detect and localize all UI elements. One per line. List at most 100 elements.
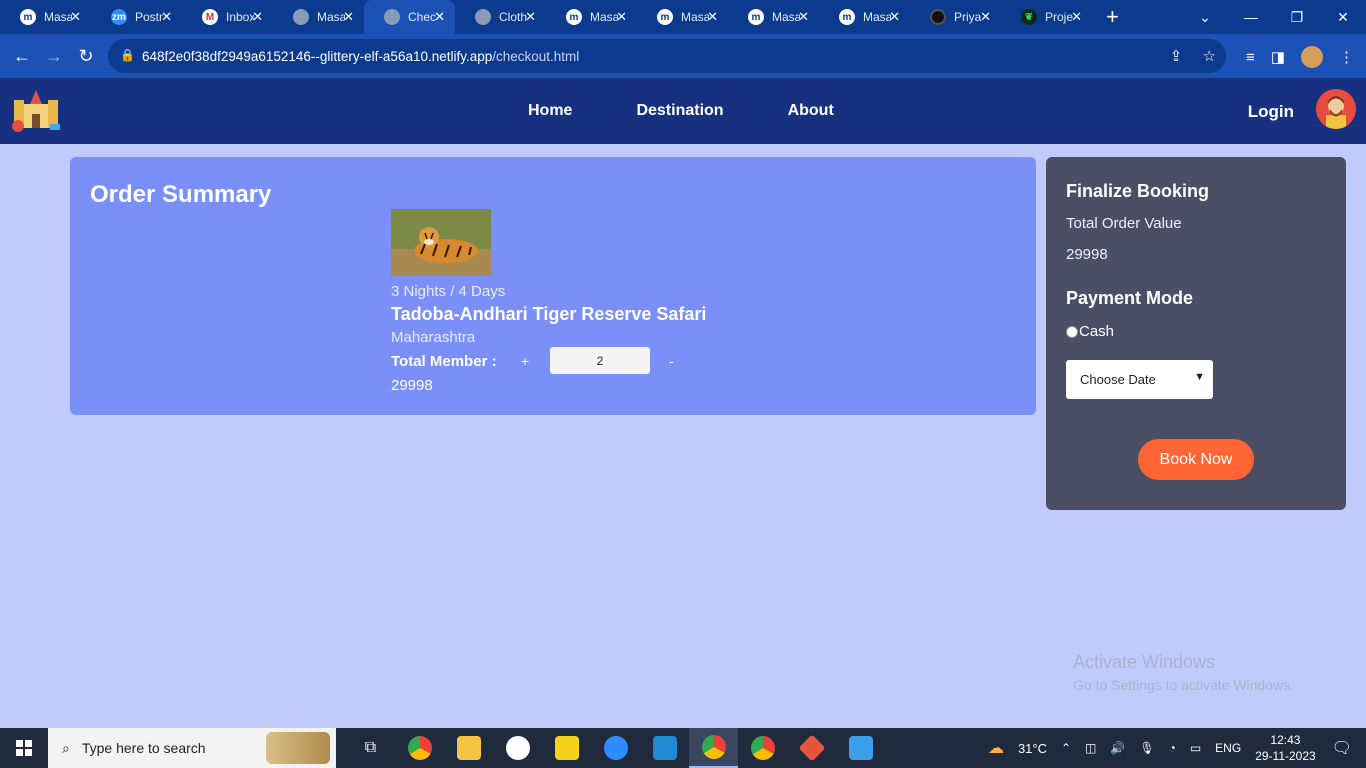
bookmark-star-icon[interactable]: ☆ bbox=[1203, 48, 1216, 65]
browser-tab[interactable]: Masai✕ bbox=[273, 0, 364, 34]
user-avatar[interactable] bbox=[1316, 89, 1356, 129]
browser-tab[interactable]: ❦Project✕ bbox=[1001, 0, 1092, 34]
wifi-icon[interactable]: ◔ bbox=[1169, 741, 1176, 755]
side-panel-icon[interactable]: ◨ bbox=[1271, 48, 1285, 66]
masai-favicon-icon: m bbox=[566, 9, 582, 25]
media-control-icon[interactable]: ≡ bbox=[1246, 49, 1255, 66]
volume-icon[interactable]: 🔊 bbox=[1110, 741, 1125, 755]
url-field[interactable]: 🔒 648f2e0f38df2949a6152146--glittery-elf… bbox=[108, 39, 1226, 73]
cash-radio[interactable]: Cash bbox=[1066, 323, 1114, 340]
back-icon[interactable]: ← bbox=[6, 46, 38, 67]
reload-icon[interactable]: ↻ bbox=[70, 46, 102, 67]
new-tab-icon[interactable]: + bbox=[1106, 4, 1119, 30]
more-menu-icon[interactable]: ⋮ bbox=[1339, 48, 1354, 66]
close-tab-icon[interactable]: ✕ bbox=[343, 9, 354, 25]
search-placeholder: Type here to search bbox=[81, 740, 206, 756]
login-link[interactable]: Login bbox=[1248, 102, 1294, 122]
browser-tab[interactable]: M Inbox ✕ bbox=[182, 0, 273, 34]
share-icon[interactable]: ⇪ bbox=[1170, 48, 1183, 65]
windows-taskbar: ⌕ Type here to search ⧉ ☁ 31°C ⌃ ◫ 🔊 🎙 ◔… bbox=[0, 728, 1366, 768]
date-select-value: Choose Date bbox=[1080, 372, 1156, 387]
member-quantity-field[interactable]: 2 bbox=[550, 347, 650, 374]
vscode-icon[interactable] bbox=[640, 728, 689, 768]
browser-tab[interactable]: mMasai✕ bbox=[728, 0, 819, 34]
total-order-value: 29998 bbox=[1066, 246, 1108, 263]
close-tab-icon[interactable]: ✕ bbox=[798, 9, 809, 25]
zoom-icon[interactable] bbox=[591, 728, 640, 768]
browser-tab[interactable]: mMasai✕ bbox=[0, 0, 91, 34]
date-select[interactable]: Choose Date ▼ bbox=[1066, 360, 1213, 399]
finalize-booking-card: Finalize Booking Total Order Value 29998… bbox=[1046, 157, 1346, 510]
file-explorer-icon[interactable] bbox=[444, 728, 493, 768]
close-tab-icon[interactable]: ✕ bbox=[70, 9, 81, 25]
tab-search-icon[interactable]: ⌄ bbox=[1182, 0, 1228, 34]
close-window-icon[interactable]: ✕ bbox=[1320, 0, 1366, 34]
nav-home[interactable]: Home bbox=[528, 102, 572, 120]
close-tab-icon[interactable]: ✕ bbox=[707, 9, 718, 25]
close-tab-icon[interactable]: ✕ bbox=[1071, 9, 1082, 25]
windows-start-icon[interactable] bbox=[0, 728, 48, 768]
zoom-favicon-icon: zm bbox=[111, 9, 127, 25]
microphone-icon[interactable]: 🎙 bbox=[1139, 741, 1154, 755]
browser-tab[interactable]: Priya ✕ bbox=[910, 0, 1001, 34]
close-tab-icon[interactable]: ✕ bbox=[980, 9, 991, 25]
git-icon[interactable] bbox=[787, 728, 836, 768]
language-indicator[interactable]: ENG bbox=[1215, 741, 1241, 755]
browser-tab[interactable]: zmPostman✕ bbox=[91, 0, 182, 34]
restore-icon[interactable]: ❐ bbox=[1274, 0, 1320, 34]
profile-avatar[interactable] bbox=[1301, 46, 1323, 68]
browser-tab[interactable]: mMasai✕ bbox=[819, 0, 910, 34]
nav-destination[interactable]: Destination bbox=[636, 102, 723, 120]
browser-tab[interactable]: mMasai✕ bbox=[637, 0, 728, 34]
forward-icon[interactable]: → bbox=[38, 46, 70, 67]
increment-button[interactable]: + bbox=[521, 353, 529, 369]
close-tab-icon[interactable]: ✕ bbox=[616, 9, 627, 25]
order-summary-card: Order Summary 3 Nights / 4 Days Tadoba-A… bbox=[70, 157, 1036, 415]
slack-icon[interactable] bbox=[493, 728, 542, 768]
globe-icon bbox=[475, 9, 491, 25]
browser-tab[interactable]: mMasai✕ bbox=[546, 0, 637, 34]
tour-title: Tadoba-Andhari Tiger Reserve Safari bbox=[391, 304, 707, 324]
chrome-icon[interactable] bbox=[395, 728, 444, 768]
gmail-favicon-icon: M bbox=[202, 9, 218, 25]
close-tab-icon[interactable]: ✕ bbox=[434, 9, 445, 25]
weather-icon[interactable]: ☁ bbox=[988, 738, 1004, 758]
camera-icon[interactable]: ◫ bbox=[1085, 741, 1096, 755]
decrement-button[interactable]: - bbox=[669, 353, 674, 369]
browser-tab[interactable]: Clothes✕ bbox=[455, 0, 546, 34]
clock[interactable]: 12:43 29-11-2023 bbox=[1255, 732, 1316, 764]
browser-tab-active[interactable]: Checkout✕ bbox=[364, 0, 455, 34]
lock-icon: 🔒 bbox=[120, 48, 135, 62]
activate-windows-watermark: Activate Windows Go to Settings to activ… bbox=[1073, 652, 1294, 693]
search-icon: ⌕ bbox=[62, 739, 70, 756]
chrome-profile-icon[interactable] bbox=[689, 728, 738, 768]
url-path: /checkout.html bbox=[492, 48, 580, 64]
task-view-icon[interactable]: ⧉ bbox=[346, 728, 395, 768]
chrome-profile-2-icon[interactable] bbox=[738, 728, 787, 768]
clock-time: 12:43 bbox=[1270, 733, 1301, 747]
site-navbar: Home Destination About Login bbox=[0, 78, 1366, 144]
globe-icon bbox=[384, 9, 400, 25]
tour-image bbox=[391, 209, 491, 276]
site-logo[interactable] bbox=[10, 86, 62, 134]
nav-about[interactable]: About bbox=[788, 102, 834, 120]
close-tab-icon[interactable]: ✕ bbox=[252, 9, 263, 25]
tour-price: 29998 bbox=[391, 377, 433, 394]
radio-icon[interactable] bbox=[1066, 325, 1078, 338]
masai-favicon-icon: m bbox=[748, 9, 764, 25]
sticky-notes-icon[interactable] bbox=[542, 728, 591, 768]
book-now-button[interactable]: Book Now bbox=[1138, 439, 1254, 480]
photos-icon[interactable] bbox=[836, 728, 885, 768]
masai-favicon-icon: m bbox=[20, 9, 36, 25]
battery-icon[interactable]: ▭ bbox=[1190, 741, 1201, 755]
close-tab-icon[interactable]: ✕ bbox=[525, 9, 536, 25]
minimize-icon[interactable]: — bbox=[1228, 0, 1274, 34]
taskbar-search-box[interactable]: ⌕ Type here to search bbox=[48, 728, 336, 768]
cash-label: Cash bbox=[1079, 323, 1115, 340]
url-host: 648f2e0f38df2949a6152146--glittery-elf-a… bbox=[142, 48, 493, 64]
close-tab-icon[interactable]: ✕ bbox=[161, 9, 172, 25]
tour-state: Maharashtra bbox=[391, 329, 476, 346]
notifications-icon[interactable]: 🗨 bbox=[1332, 738, 1352, 758]
chevron-up-icon[interactable]: ⌃ bbox=[1061, 741, 1071, 755]
close-tab-icon[interactable]: ✕ bbox=[889, 9, 900, 25]
